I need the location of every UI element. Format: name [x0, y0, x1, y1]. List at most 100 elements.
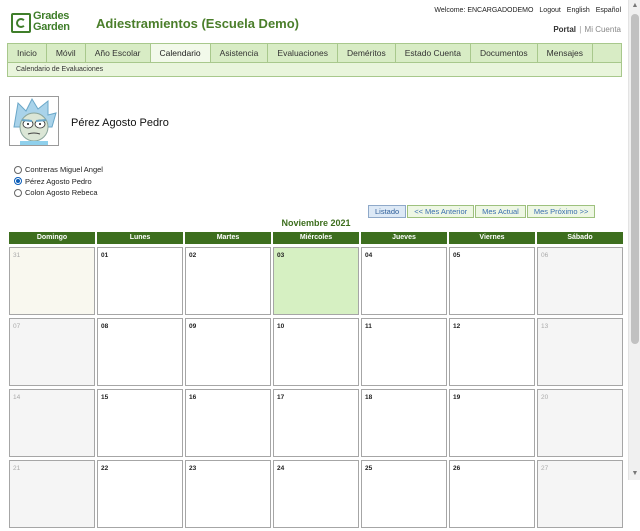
day-cell[interactable]: 09: [185, 318, 271, 386]
student-name: Pérez Agosto Pedro: [71, 117, 169, 129]
student-option[interactable]: Colon Agosto Rebeca: [14, 187, 103, 199]
grades-garden-logo[interactable]: Grades Garden: [11, 11, 81, 35]
day-number: 03: [277, 252, 285, 259]
day-number: 19: [453, 394, 461, 401]
prev-month-button[interactable]: << Mes Anterior: [407, 205, 475, 218]
dayname-viernes: Viernes: [449, 232, 535, 244]
page: Grades Garden Adiestramientos (Escuela D…: [0, 0, 628, 528]
day-number: 07: [13, 323, 21, 330]
radio-icon[interactable]: [14, 188, 22, 197]
day-number: 05: [453, 252, 461, 259]
day-cell[interactable]: 26: [449, 460, 535, 528]
day-cell[interactable]: 10: [273, 318, 359, 386]
day-cell[interactable]: 12: [449, 318, 535, 386]
tab-estado-cuenta[interactable]: Estado Cuenta: [396, 44, 471, 62]
logout-link[interactable]: Logout: [539, 7, 560, 14]
day-number: 10: [277, 323, 285, 330]
day-cell[interactable]: 01: [97, 247, 183, 315]
subnav-calendario-evaluaciones[interactable]: Calendario de Evaluaciones: [7, 63, 622, 77]
day-number: 21: [13, 465, 21, 472]
day-number: 06: [541, 252, 549, 259]
student-option[interactable]: Pérez Agosto Pedro: [14, 176, 103, 188]
day-cell[interactable]: 24: [273, 460, 359, 528]
mi-cuenta-link[interactable]: Mi Cuenta: [585, 25, 621, 34]
student-option-label: Colon Agosto Rebeca: [25, 188, 98, 198]
scroll-down-arrow-icon[interactable]: ▼: [629, 468, 640, 480]
calendar-grid: 31 01 02 03 04 05 06 07 08 09 10 11 12 1…: [9, 247, 625, 531]
tab-movil[interactable]: Móvil: [47, 44, 86, 62]
day-cell[interactable]: 05: [449, 247, 535, 315]
calendar-week: 07 08 09 10 11 12 13: [9, 318, 625, 386]
radio-icon[interactable]: [14, 165, 22, 174]
app-title: Adiestramientos (Escuela Demo): [96, 16, 300, 31]
day-cell[interactable]: 08: [97, 318, 183, 386]
day-cell[interactable]: 19: [449, 389, 535, 457]
day-cell-weekend[interactable]: 14: [9, 389, 95, 457]
listado-button[interactable]: Listado: [368, 205, 407, 218]
day-number: 04: [365, 252, 373, 259]
tab-documentos[interactable]: Documentos: [471, 44, 538, 62]
english-link[interactable]: English: [567, 7, 590, 14]
month-title: Noviembre 2021: [281, 218, 351, 228]
calendar-day-headers: Domingo Lunes Martes Miércoles Jueves Vi…: [9, 232, 625, 244]
student-option-label: Pérez Agosto Pedro: [25, 176, 92, 186]
student-option-label: Contreras Miguel Angel: [25, 165, 103, 175]
tab-inicio[interactable]: Inicio: [8, 44, 47, 62]
logo-line-2: Garden: [33, 21, 70, 33]
tab-asistencia[interactable]: Asistencia: [211, 44, 269, 62]
day-cell[interactable]: 17: [273, 389, 359, 457]
day-number: 09: [189, 323, 197, 330]
portal-link[interactable]: Portal: [553, 25, 576, 34]
calendar-week: 21 22 23 24 25 26 27: [9, 460, 625, 528]
day-cell[interactable]: 16: [185, 389, 271, 457]
dayname-domingo: Domingo: [9, 232, 95, 244]
day-number: 13: [541, 323, 549, 330]
day-cell-weekend[interactable]: 13: [537, 318, 623, 386]
day-cell[interactable]: 18: [361, 389, 447, 457]
dayname-sabado: Sábado: [537, 232, 623, 244]
student-option[interactable]: Contreras Miguel Angel: [14, 164, 103, 176]
vertical-scrollbar[interactable]: ▲ ▼: [628, 0, 640, 480]
portal-links: Portal | Mi Cuenta: [553, 25, 621, 34]
tab-demeritos[interactable]: Deméritos: [338, 44, 396, 62]
scroll-up-arrow-icon[interactable]: ▲: [629, 0, 640, 12]
day-number: 26: [453, 465, 461, 472]
day-cell[interactable]: 22: [97, 460, 183, 528]
day-cell[interactable]: 02: [185, 247, 271, 315]
day-cell-other-month[interactable]: 31: [9, 247, 95, 315]
day-number: 01: [101, 252, 109, 259]
portal-separator: |: [579, 25, 582, 34]
day-number: 08: [101, 323, 109, 330]
day-number: 16: [189, 394, 197, 401]
current-month-button[interactable]: Mes Actual: [475, 205, 526, 218]
day-cell-today[interactable]: 03: [273, 247, 359, 315]
student-avatar: [9, 96, 59, 146]
day-cell-weekend[interactable]: 27: [537, 460, 623, 528]
tab-ano-escolar[interactable]: Año Escolar: [86, 44, 151, 62]
radio-selected-icon[interactable]: [14, 177, 22, 186]
next-month-button[interactable]: Mes Próximo >>: [526, 205, 596, 218]
day-cell[interactable]: 25: [361, 460, 447, 528]
dayname-martes: Martes: [185, 232, 271, 244]
day-cell-weekend[interactable]: 07: [9, 318, 95, 386]
calendar-week: 31 01 02 03 04 05 06: [9, 247, 625, 315]
day-cell[interactable]: 04: [361, 247, 447, 315]
day-cell[interactable]: 15: [97, 389, 183, 457]
logo-text: Grades Garden: [33, 11, 70, 33]
avatar-image: [13, 97, 57, 145]
tab-mensajes[interactable]: Mensajes: [538, 44, 594, 62]
dayname-jueves: Jueves: [361, 232, 447, 244]
top-links: Welcome: ENCARGADODEMO Logout English Es…: [430, 7, 621, 14]
espanol-link[interactable]: Español: [596, 7, 621, 14]
dayname-lunes: Lunes: [97, 232, 183, 244]
tab-calendario[interactable]: Calendario: [150, 44, 211, 62]
day-cell-weekend[interactable]: 06: [537, 247, 623, 315]
day-cell-weekend[interactable]: 20: [537, 389, 623, 457]
tab-evaluaciones[interactable]: Evaluaciones: [268, 44, 338, 62]
scroll-thumb[interactable]: [631, 14, 639, 344]
day-cell[interactable]: 11: [361, 318, 447, 386]
day-cell-weekend[interactable]: 21: [9, 460, 95, 528]
day-cell[interactable]: 23: [185, 460, 271, 528]
calendar-week: 14 15 16 17 18 19 20: [9, 389, 625, 457]
day-number: 23: [189, 465, 197, 472]
